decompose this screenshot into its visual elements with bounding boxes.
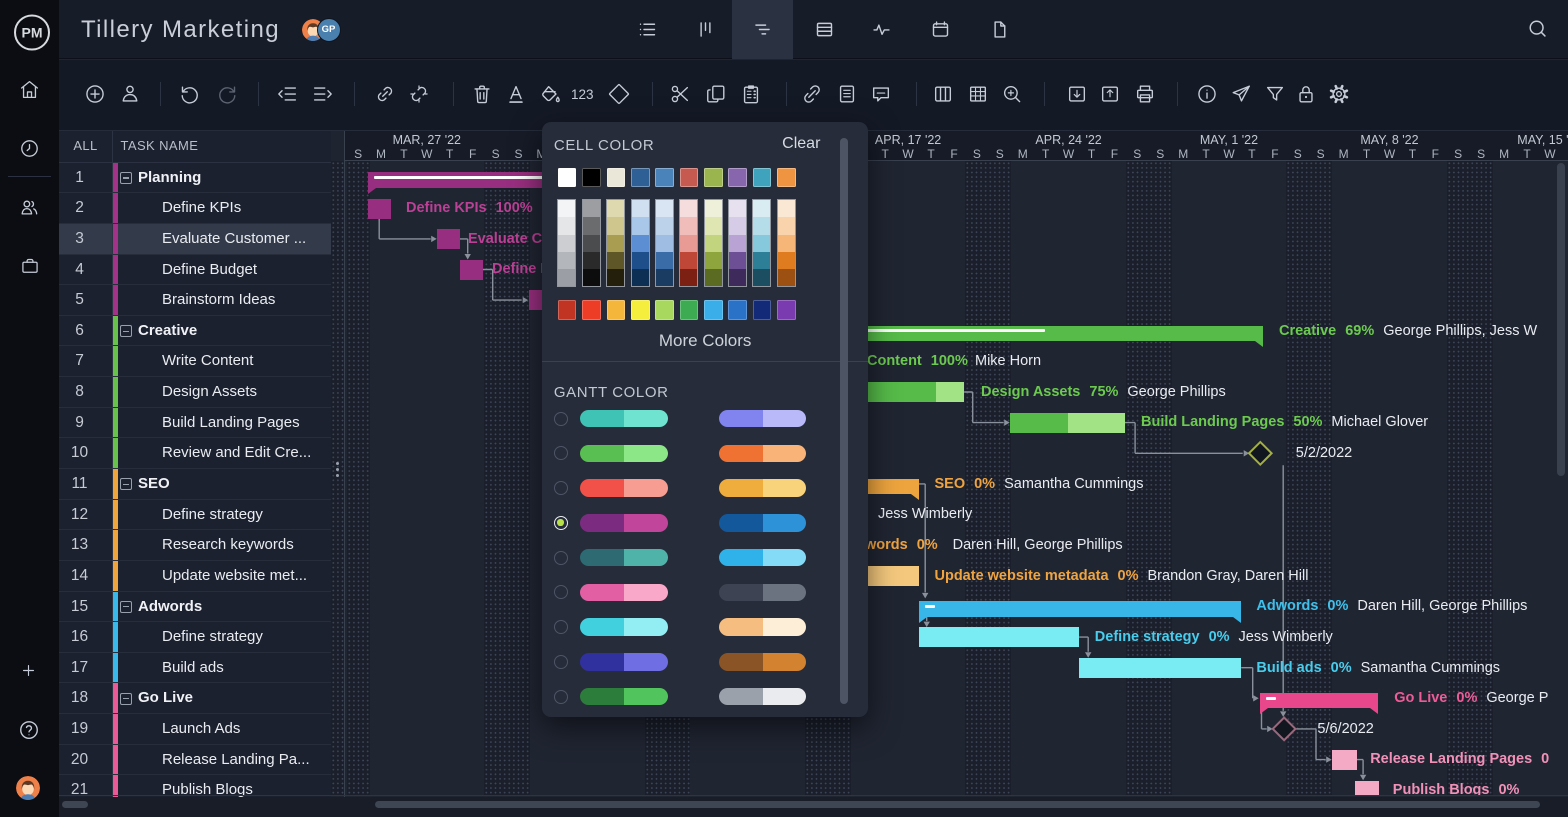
svg-text:PM: PM <box>22 25 43 41</box>
